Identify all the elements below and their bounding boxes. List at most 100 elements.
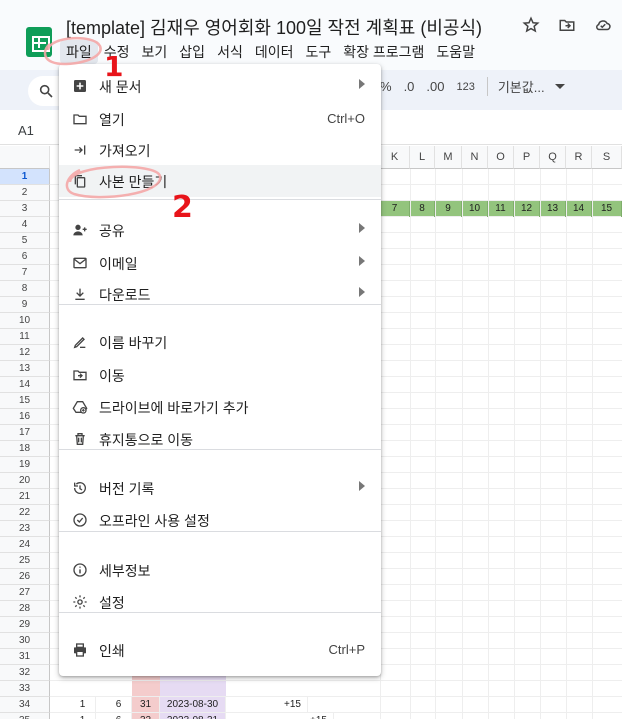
table-cell[interactable]: +15 <box>278 697 308 713</box>
file-menu-item[interactable]: 드라이브에 바로가기 추가 <box>59 391 381 423</box>
day-header-cell[interactable]: 15 <box>592 201 622 217</box>
row-header[interactable]: 14 <box>0 377 50 393</box>
row-header[interactable]: 23 <box>0 521 50 537</box>
day-header-cell[interactable]: 11 <box>488 201 514 217</box>
file-menu-item-label: 드라이브에 바로가기 추가 <box>99 400 249 416</box>
row-header[interactable]: 13 <box>0 361 50 377</box>
name-box[interactable]: A1 <box>18 123 34 138</box>
file-menu-item[interactable]: 열기 Ctrl+O <box>59 103 381 135</box>
row-header[interactable]: 33 <box>0 681 50 697</box>
row-header[interactable]: 1 <box>0 169 50 185</box>
row-header[interactable]: 20 <box>0 473 50 489</box>
row-header[interactable]: 3 <box>0 201 50 217</box>
row-header[interactable]: 34 <box>0 697 50 713</box>
row-header[interactable]: 4 <box>0 217 50 233</box>
row-header[interactable]: 22 <box>0 505 50 521</box>
row-header[interactable]: 30 <box>0 633 50 649</box>
sheets-logo-icon[interactable] <box>26 27 52 57</box>
file-menu-item[interactable]: 사본 만들기 <box>59 165 381 197</box>
menu-insert[interactable]: 삽입 <box>173 40 211 64</box>
row-header[interactable]: 19 <box>0 457 50 473</box>
gear-icon <box>72 594 88 610</box>
row-header[interactable]: 35 <box>0 713 50 719</box>
row-header[interactable]: 11 <box>0 329 50 345</box>
row-header[interactable]: 15 <box>0 393 50 409</box>
file-menu-item[interactable]: 이름 바꾸기 <box>59 326 381 358</box>
row-header[interactable]: 28 <box>0 601 50 617</box>
file-menu-item[interactable]: 가져오기 <box>59 134 381 166</box>
table-cell[interactable]: 6 <box>106 713 132 719</box>
day-header-cell[interactable]: 12 <box>514 201 540 217</box>
day-header-cell[interactable]: 14 <box>566 201 592 217</box>
row-header[interactable]: 5 <box>0 233 50 249</box>
row-header[interactable]: 26 <box>0 569 50 585</box>
increase-decimal-button[interactable]: .00 <box>426 79 444 94</box>
cloud-saved-icon[interactable] <box>592 14 614 36</box>
select-all-corner[interactable] <box>0 146 50 169</box>
star-icon[interactable] <box>520 14 542 36</box>
day-header-cell[interactable]: 7 <box>380 201 410 217</box>
row-header[interactable]: 24 <box>0 537 50 553</box>
column-header[interactable]: L <box>410 146 435 169</box>
table-cell[interactable]: 1 <box>70 713 96 719</box>
row-header[interactable]: 31 <box>0 649 50 665</box>
row-header[interactable]: 32 <box>0 665 50 681</box>
table-cell[interactable]: +15 <box>304 713 334 719</box>
file-menu-item-label: 오프라인 사용 설정 <box>99 513 210 529</box>
row-header[interactable]: 29 <box>0 617 50 633</box>
menu-view[interactable]: 보기 <box>136 40 174 64</box>
file-menu-item[interactable]: 인쇄 Ctrl+P <box>59 634 381 666</box>
row-header[interactable]: 27 <box>0 585 50 601</box>
table-cell[interactable]: 2023-08-30 <box>160 697 226 713</box>
column-header[interactable]: O <box>488 146 514 169</box>
day-header-cell[interactable]: 9 <box>435 201 462 217</box>
format-percent-button[interactable]: % <box>380 79 392 94</box>
column-header[interactable]: N <box>462 146 488 169</box>
row-header[interactable]: 9 <box>0 297 50 313</box>
table-cell[interactable]: 6 <box>106 697 132 713</box>
column-header[interactable]: K <box>380 146 410 169</box>
row-header[interactable]: 2 <box>0 185 50 201</box>
move-folder-icon[interactable] <box>556 14 578 36</box>
file-menu-item[interactable]: 세부정보 <box>59 554 381 586</box>
column-header[interactable]: Q <box>540 146 566 169</box>
table-cell[interactable]: 32 <box>132 713 160 719</box>
column-header[interactable]: M <box>435 146 462 169</box>
row-header[interactable]: 6 <box>0 249 50 265</box>
row-header[interactable]: 8 <box>0 281 50 297</box>
day-header-cell[interactable]: 10 <box>462 201 488 217</box>
font-select[interactable]: 기본값... <box>486 77 565 96</box>
menu-data[interactable]: 데이터 <box>249 40 300 64</box>
row-header[interactable]: 7 <box>0 265 50 281</box>
menu-help[interactable]: 도움말 <box>430 40 481 64</box>
file-menu-item[interactable]: 공유 <box>59 214 381 246</box>
menu-tools[interactable]: 도구 <box>299 40 337 64</box>
file-menu-item[interactable]: 이메일 <box>59 247 381 279</box>
row-header[interactable]: 10 <box>0 313 50 329</box>
column-header[interactable]: R <box>566 146 592 169</box>
row-header[interactable]: 16 <box>0 409 50 425</box>
file-menu-item[interactable]: 버전 기록 <box>59 472 381 504</box>
file-menu-item[interactable]: 이동 <box>59 359 381 391</box>
menu-format[interactable]: 서식 <box>211 40 249 64</box>
table-cell[interactable]: 31 <box>132 697 160 713</box>
file-menu-item[interactable]: 설정 <box>59 586 381 618</box>
row-header[interactable]: 25 <box>0 553 50 569</box>
document-title[interactable]: [template] 김재우 영어회화 100일 작전 계획표 (비공식) <box>66 14 482 40</box>
table-cell[interactable]: 2023-08-31 <box>160 713 226 719</box>
table-cell[interactable]: 1 <box>70 697 96 713</box>
row-header[interactable]: 21 <box>0 489 50 505</box>
file-menu-item[interactable]: 휴지통으로 이동 <box>59 423 381 455</box>
menu-extensions[interactable]: 확장 프로그램 <box>337 40 430 64</box>
row-header[interactable]: 18 <box>0 441 50 457</box>
file-menu-item[interactable]: 다운로드 <box>59 278 381 310</box>
day-header-cell[interactable]: 13 <box>540 201 566 217</box>
day-header-cell[interactable]: 8 <box>410 201 435 217</box>
decrease-decimal-button[interactable]: .0 <box>404 79 415 94</box>
row-header[interactable]: 17 <box>0 425 50 441</box>
number-format-button[interactable]: 123 <box>456 81 474 93</box>
column-header[interactable]: P <box>514 146 540 169</box>
menu-file[interactable]: 파일 <box>60 40 98 64</box>
row-header[interactable]: 12 <box>0 345 50 361</box>
column-header[interactable]: S <box>592 146 622 169</box>
